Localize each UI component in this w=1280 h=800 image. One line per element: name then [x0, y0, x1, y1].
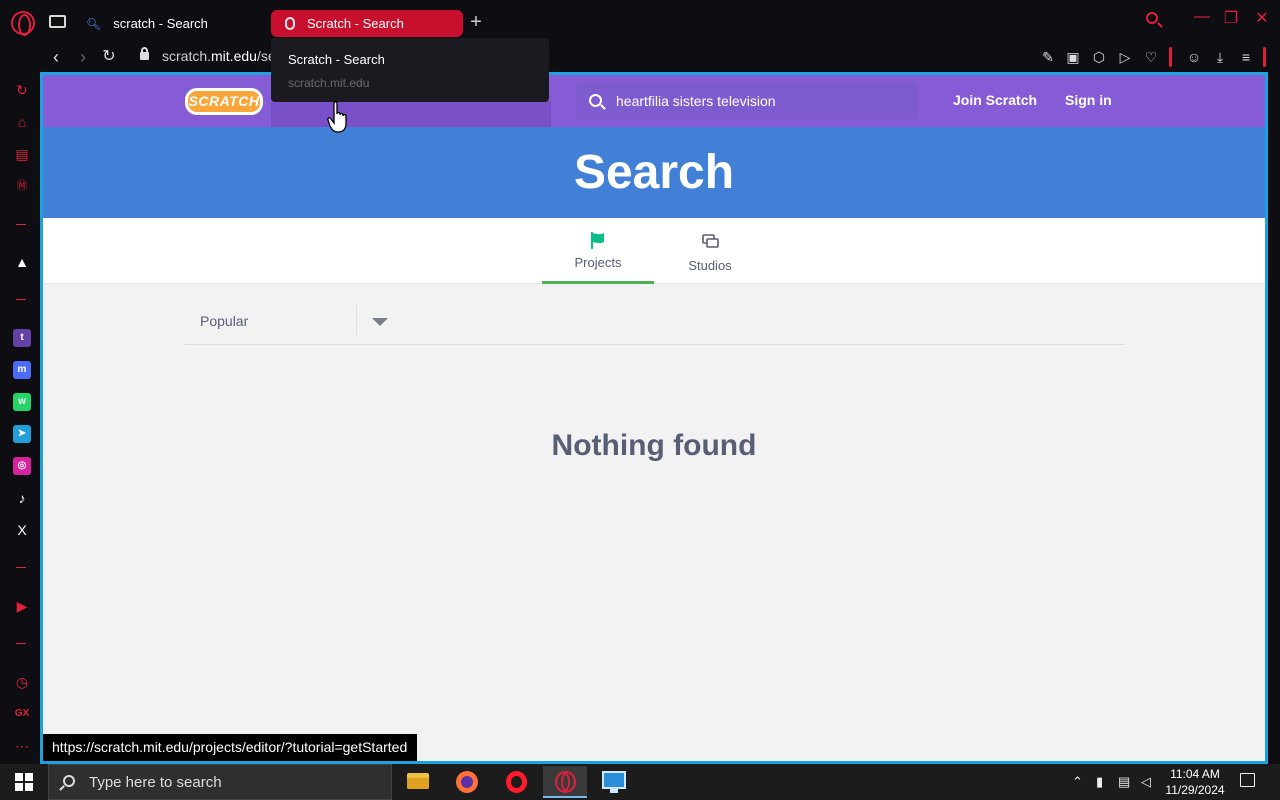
x-twitter-icon[interactable]: X [13, 521, 31, 539]
studios-icon [702, 234, 719, 248]
taskbar-clock[interactable]: 11:04 AM 11/29/2024 [1162, 766, 1228, 798]
url-field[interactable]: scratch.mit.edu/se [162, 48, 272, 64]
music-player-icon[interactable]: Ⓜ [13, 177, 31, 195]
windows-taskbar: Type here to search ⌃ ▮ ▤ ◁ 11:04 AM 11/… [0, 764, 1280, 800]
tab-label: Studios [688, 258, 732, 273]
instagram-icon[interactable]: ◎ [13, 457, 31, 475]
web-viewport: SCRATCH Join Scratch Sign in Search Proj… [40, 72, 1268, 764]
tooltip-url: scratch.mit.edu [288, 76, 370, 90]
profile-icon[interactable]: ☺ [1186, 49, 1202, 65]
tab-label: Projects [574, 255, 622, 270]
vpn-shield-icon[interactable]: ⬡ [1091, 49, 1107, 65]
search-icon [589, 94, 602, 107]
clock-time: 11:04 AM [1170, 767, 1220, 781]
search-bar[interactable] [576, 82, 918, 121]
back-icon[interactable]: ‹ [46, 46, 66, 68]
sidebar-separator [16, 224, 26, 225]
opera-gx-taskbar-icon[interactable] [543, 766, 587, 798]
gx-logo-icon[interactable]: GX [13, 705, 31, 723]
scratch-favicon-icon [285, 17, 295, 30]
clock-date: 11/29/2024 [1165, 783, 1225, 797]
tab-title: scratch - Search [113, 16, 208, 31]
empty-state-message: Nothing found [551, 429, 757, 462]
telegram-icon[interactable]: ➤ [13, 425, 31, 443]
dropdown-divider [356, 305, 357, 335]
reload-icon[interactable]: ↻ [99, 46, 119, 68]
player-icon[interactable]: ▶ [13, 597, 31, 615]
taskbar-search-placeholder: Type here to search [89, 774, 222, 791]
network-icon[interactable]: ▤ [1118, 774, 1130, 790]
tooltip-title: Scratch - Search [288, 52, 385, 67]
opera-taskbar-icon[interactable] [494, 766, 538, 798]
sign-in-link[interactable]: Sign in [1065, 92, 1112, 108]
search-icon [63, 775, 75, 787]
show-hidden-icons-icon[interactable]: ⌃ [1072, 774, 1083, 790]
download-icon[interactable]: ⤓ [1212, 49, 1228, 65]
browser-sidebar: ↻ ⌂ ▤ Ⓜ ▲ t m w ➤ ◎ ♪ X ▶ ◷ GX ⋯ [0, 72, 40, 764]
remote-desktop-icon[interactable] [592, 766, 636, 798]
restore-icon[interactable]: ❐ [1221, 8, 1241, 28]
sidebar-separator [16, 299, 26, 300]
browser-tab-active[interactable]: Scratch - Search [271, 10, 463, 37]
aria-icon[interactable]: ▲ [13, 253, 31, 271]
lock-icon[interactable] [140, 47, 149, 60]
more-icon[interactable]: ⋯ [13, 737, 31, 755]
minimize-icon[interactable]: — [1192, 8, 1212, 26]
sort-selected-value: Popular [200, 313, 249, 329]
snapshot-camera-icon[interactable]: ▣ [1065, 49, 1081, 65]
history-clock-icon[interactable]: ◷ [13, 673, 31, 691]
browser-tab-bar: 🔍︎ scratch - Search Scratch - Search + —… [0, 0, 1280, 44]
page-title: Search [573, 146, 735, 199]
hand-cursor-icon [327, 101, 347, 133]
scratch-logo[interactable]: SCRATCH [185, 88, 263, 115]
send-icon[interactable]: ▷ [1117, 49, 1133, 65]
search-tabs: Projects Studios [43, 218, 1265, 284]
sort-dropdown[interactable]: Popular [185, 299, 1125, 345]
toolbar-separator [1169, 47, 1172, 67]
tab-hover-tooltip: Scratch - Search scratch.mit.edu [271, 38, 549, 102]
address-bar: ‹ › ↻ scratch.mit.edu/se ✎ ▣ ⬡ ▷ ♡ ☺ ⤓ ≡ [0, 44, 1280, 72]
nav-menu-area [271, 101, 551, 127]
gx-control-icon[interactable]: ⌂ [13, 113, 31, 131]
tab-studios[interactable]: Studios [654, 218, 766, 284]
flag-icon [590, 231, 604, 249]
file-explorer-icon[interactable] [396, 766, 440, 798]
join-scratch-link[interactable]: Join Scratch [953, 92, 1037, 108]
scrollbar[interactable] [1268, 72, 1280, 764]
forward-icon[interactable]: › [73, 46, 93, 68]
menu-icon[interactable]: ≡ [1238, 49, 1254, 65]
tab-switcher-icon[interactable] [49, 15, 66, 28]
scratch-navbar: SCRATCH Join Scratch Sign in [43, 75, 1265, 127]
sidebar-separator [16, 567, 26, 568]
search-favicon-icon: 🔍︎ [86, 16, 102, 31]
search-tabs-icon[interactable] [1146, 12, 1158, 24]
close-icon[interactable]: ✕ [1252, 8, 1272, 28]
tab-title: Scratch - Search [307, 16, 404, 31]
status-bar-url: https://scratch.mit.edu/projects/editor/… [43, 734, 418, 761]
browser-tab[interactable]: 🔍︎ scratch - Search [72, 10, 264, 37]
notifications-icon[interactable] [1240, 773, 1255, 787]
messenger-icon[interactable]: m [13, 361, 31, 379]
toolbar-separator [1263, 47, 1266, 67]
search-input[interactable] [616, 91, 906, 111]
volume-icon[interactable]: ◁ [1141, 774, 1151, 790]
opera-menu-icon[interactable] [11, 11, 35, 36]
search-header: Search [43, 127, 1265, 218]
easy-setup-icon[interactable]: ✎ [1040, 49, 1056, 65]
windows-start-icon[interactable] [15, 773, 33, 791]
sidebar-separator [16, 643, 26, 644]
gx-corner-icon[interactable]: ▤ [13, 145, 31, 163]
firefox-icon[interactable] [445, 766, 489, 798]
tab-projects[interactable]: Projects [542, 218, 654, 284]
microphone-icon[interactable]: ▮ [1096, 774, 1103, 790]
speed-dial-icon[interactable]: ↻ [13, 81, 31, 99]
whatsapp-icon[interactable]: w [13, 393, 31, 411]
heart-icon[interactable]: ♡ [1143, 49, 1159, 65]
taskbar-search[interactable]: Type here to search [48, 764, 392, 800]
twitch-icon[interactable]: t [13, 329, 31, 347]
new-tab-plus-icon[interactable]: + [466, 12, 486, 32]
tiktok-icon[interactable]: ♪ [13, 489, 31, 507]
caret-down-icon[interactable] [372, 318, 388, 326]
